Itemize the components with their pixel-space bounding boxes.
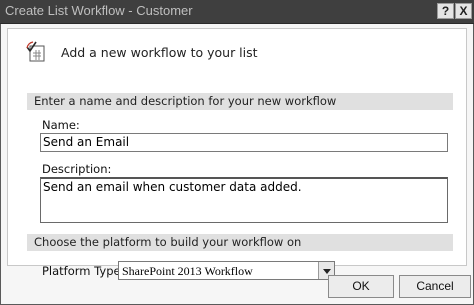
description-input-value: Send an email when customer data added. <box>43 180 302 194</box>
close-icon: X <box>459 4 468 18</box>
name-label: Name: <box>42 118 80 132</box>
section-name-description: Enter a name and description for your ne… <box>27 93 453 110</box>
section-title: Enter a name and description for your ne… <box>34 94 337 108</box>
window-title: Create List Workflow - Customer <box>5 3 193 18</box>
dialog-body: Add a new workflow to your list Enter a … <box>0 24 474 305</box>
platform-type-select[interactable]: SharePoint 2013 Workflow <box>118 261 335 280</box>
close-button[interactable]: X <box>455 3 472 19</box>
ok-button[interactable]: OK <box>328 275 394 298</box>
platform-type-value: SharePoint 2013 Workflow <box>122 264 253 278</box>
help-icon: ? <box>441 4 450 18</box>
section-platform: Choose the platform to build your workfl… <box>27 234 453 251</box>
description-label: Description: <box>42 162 112 176</box>
cancel-button[interactable]: Cancel <box>399 275 471 298</box>
header-text: Add a new workflow to your list <box>61 45 258 60</box>
title-bar: Create List Workflow - Customer ? X <box>0 0 474 24</box>
section-title: Choose the platform to build your workfl… <box>34 235 302 249</box>
name-input-value: Send an Email <box>43 135 130 149</box>
description-input[interactable]: Send an email when customer data added. <box>40 177 448 223</box>
help-button[interactable]: ? <box>437 3 454 19</box>
platform-type-label: Platform Type: <box>42 264 125 278</box>
name-input[interactable]: Send an Email <box>40 133 448 152</box>
workflow-icon <box>26 41 45 62</box>
